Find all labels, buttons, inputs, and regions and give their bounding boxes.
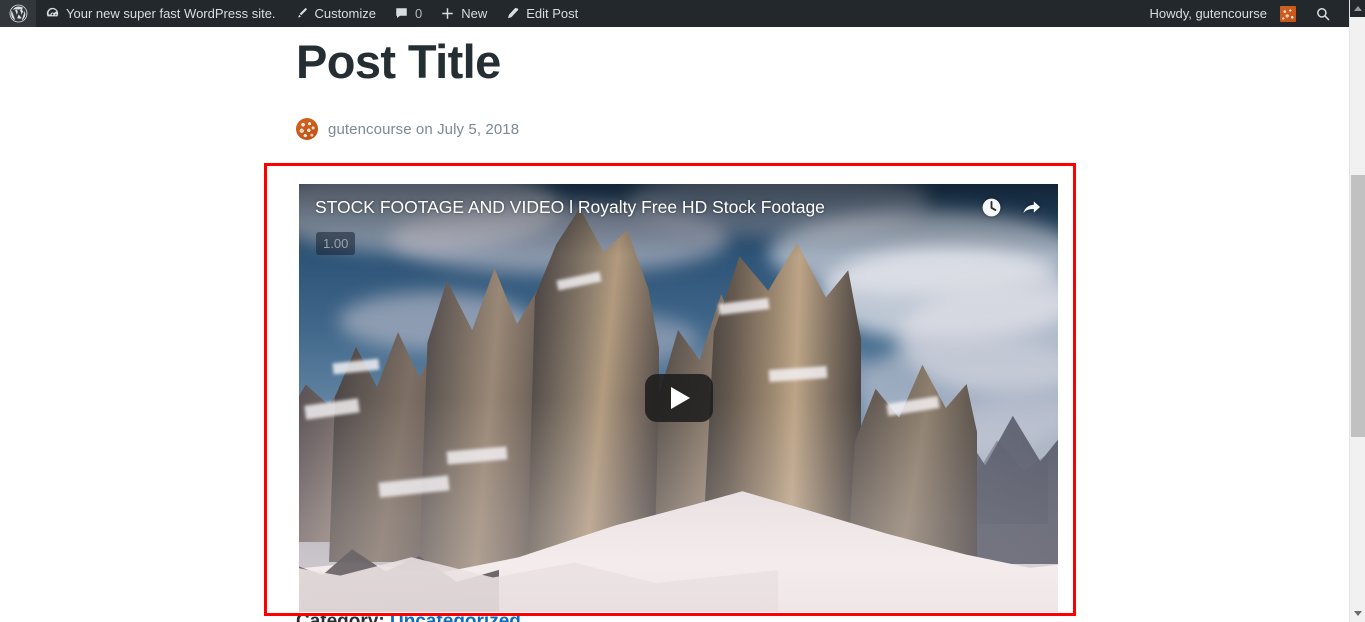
new-content-menu[interactable]: New — [431, 0, 496, 27]
plus-icon — [440, 6, 455, 21]
share-arrow-icon[interactable] — [1019, 195, 1044, 225]
scroll-up-arrow-icon[interactable] — [1350, 0, 1365, 17]
arrow-up-glyph — [1354, 6, 1362, 11]
site-name-menu[interactable]: Your new super fast WordPress site. — [36, 0, 285, 27]
selection-highlight-box: STOCK FOOTAGE AND VIDEO l Royalty Free H… — [264, 163, 1076, 616]
video-rate-badge[interactable]: 1.00 — [316, 232, 356, 255]
browser-viewport: Your new super fast WordPress site. Cust… — [0, 0, 1365, 622]
pencil-icon — [505, 6, 520, 21]
edit-post-menu[interactable]: Edit Post — [496, 0, 587, 27]
vertical-scrollbar[interactable] — [1349, 0, 1365, 622]
admin-bar-left-group: Your new super fast WordPress site. Cust… — [0, 0, 587, 27]
video-title-link[interactable]: STOCK FOOTAGE AND VIDEO l Royalty Free H… — [315, 196, 948, 219]
customize-menu[interactable]: Customize — [285, 0, 385, 27]
comment-bubble-icon — [394, 6, 409, 21]
play-button[interactable] — [644, 374, 713, 422]
author-avatar — [296, 118, 318, 140]
edit-post-label: Edit Post — [526, 6, 579, 21]
player-action-buttons — [980, 195, 1044, 225]
scrollbar-thumb[interactable] — [1351, 175, 1365, 437]
wp-logo-menu[interactable] — [0, 0, 36, 27]
play-triangle-icon — [671, 387, 690, 409]
howdy-label: Howdy, gutencourse — [1149, 6, 1267, 21]
admin-bar-search-button[interactable] — [1305, 0, 1343, 27]
scroll-down-arrow-icon[interactable] — [1350, 605, 1365, 622]
comments-menu[interactable]: 0 — [385, 0, 431, 27]
dashboard-speedometer-icon — [45, 6, 60, 21]
site-name-label: Your new super fast WordPress site. — [66, 6, 276, 21]
wp-admin-bar: Your new super fast WordPress site. Cust… — [0, 0, 1349, 27]
wordpress-logo-icon — [9, 4, 28, 23]
customize-label: Customize — [314, 6, 376, 21]
watch-later-clock-icon[interactable] — [980, 196, 1003, 224]
post-meta-text: gutencourse on July 5, 2018 — [328, 120, 520, 138]
admin-bar-right-group: Howdy, gutencourse — [1140, 0, 1349, 27]
comment-count: 0 — [414, 6, 423, 21]
paintbrush-icon — [294, 6, 309, 21]
new-label: New — [461, 6, 488, 21]
page-content: Post Title gutencourse on July 5, 2018 S… — [0, 27, 1349, 622]
page-title: Post Title — [296, 35, 501, 88]
post-byline: gutencourse on July 5, 2018 — [296, 118, 519, 140]
avatar — [1280, 5, 1296, 22]
my-account-menu[interactable]: Howdy, gutencourse — [1140, 0, 1305, 27]
youtube-embed-player[interactable]: STOCK FOOTAGE AND VIDEO l Royalty Free H… — [299, 184, 1058, 612]
arrow-down-glyph — [1354, 611, 1362, 616]
search-icon — [1315, 6, 1331, 22]
